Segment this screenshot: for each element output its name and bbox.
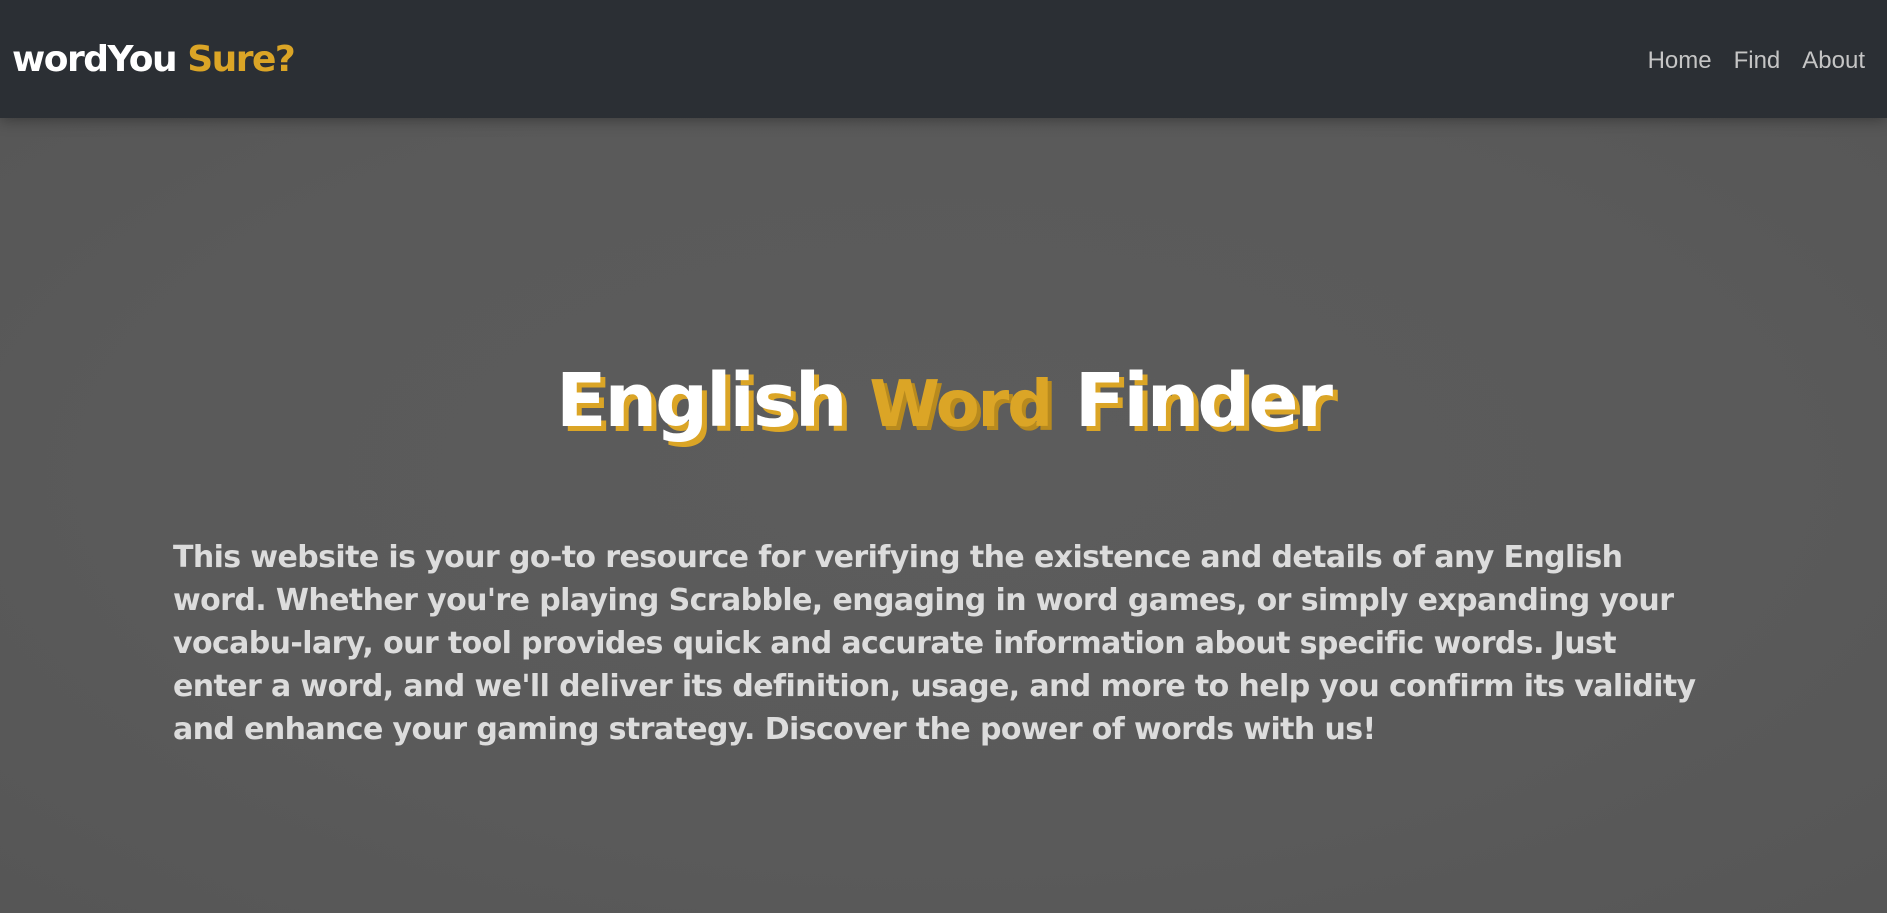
nav-link-home[interactable]: Home <box>1648 46 1712 76</box>
nav-links: Home Find About <box>1648 46 1865 76</box>
title-word-accent: Word <box>869 368 1053 442</box>
brand-name-main: wordYou <box>12 39 178 80</box>
title-finder: Finder <box>1074 358 1333 444</box>
title-english: English <box>555 358 848 444</box>
hero-description: This website is your go-to resource for … <box>173 540 1696 747</box>
brand-name-accent: Sure? <box>187 39 296 80</box>
hero-section: English Word Finder This website is your… <box>0 118 1887 913</box>
nav-link-about[interactable]: About <box>1802 46 1865 76</box>
page-title: English Word Finder <box>0 356 1887 450</box>
nav-link-find[interactable]: Find <box>1734 46 1781 76</box>
navbar: wordYou Sure? Home Find About <box>0 0 1887 118</box>
brand-logo[interactable]: wordYou Sure? <box>12 36 296 84</box>
